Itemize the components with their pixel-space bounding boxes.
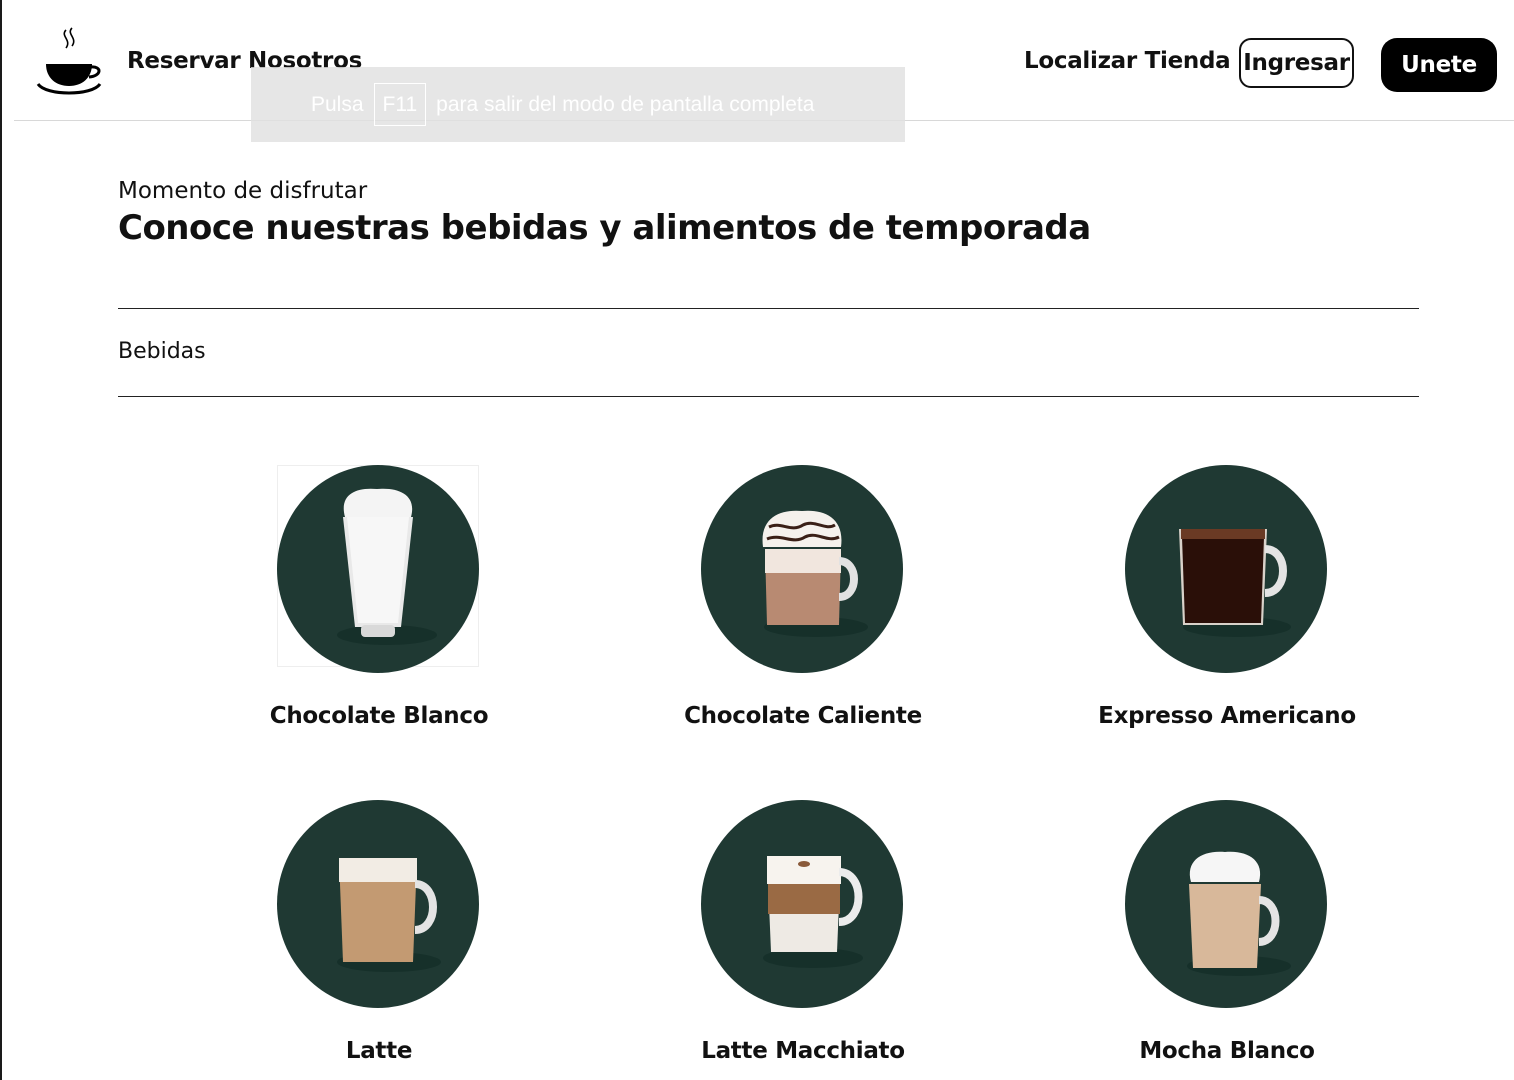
mocha-mug-icon (1125, 800, 1327, 1008)
product-name: Expresso Americano (1098, 703, 1356, 729)
product-name: Chocolate Caliente (684, 703, 922, 729)
nav-reservar-link[interactable]: Reservar (127, 48, 241, 74)
product-name: Mocha Blanco (1139, 1038, 1315, 1064)
frappe-glass-icon (277, 465, 479, 673)
fullscreen-notice-key: F11 (373, 83, 427, 126)
americano-mug-icon (1125, 465, 1327, 673)
ingresar-button[interactable]: Ingresar (1239, 38, 1354, 88)
window-edge (0, 0, 2, 1080)
product-card[interactable]: Latte (219, 800, 539, 1080)
product-card[interactable]: Latte Macchiato (643, 800, 963, 1080)
section-bebidas-label[interactable]: Bebidas (118, 339, 206, 364)
divider (118, 396, 1419, 397)
product-name: Chocolate Blanco (269, 703, 489, 729)
fullscreen-notice: Pulsa F11 para salir del modo de pantall… (251, 67, 905, 142)
nav-localizar-tienda-link[interactable]: Localizar Tienda (1024, 48, 1231, 74)
product-card[interactable]: Chocolate Caliente (643, 465, 963, 765)
macchiato-mug-icon (701, 800, 903, 1008)
page: Reservar Nosotros Localizar Tienda Ingre… (0, 0, 1514, 1080)
divider (118, 308, 1419, 309)
coffee-cup-icon[interactable] (36, 26, 102, 98)
product-card[interactable]: Expresso Americano (1067, 465, 1387, 765)
page-title: Conoce nuestras bebidas y alimentos de t… (118, 208, 1091, 248)
product-card[interactable]: Chocolate Blanco (219, 465, 539, 765)
latte-mug-icon (277, 800, 479, 1008)
unete-button[interactable]: Unete (1381, 38, 1497, 92)
hot-chocolate-mug-icon (701, 465, 903, 673)
product-name: Latte Macchiato (701, 1038, 905, 1064)
product-card[interactable]: Mocha Blanco (1067, 800, 1387, 1080)
fullscreen-notice-before: Pulsa (311, 92, 364, 116)
product-name: Latte (345, 1038, 413, 1064)
hero-subtitle: Momento de disfrutar (118, 178, 368, 204)
fullscreen-notice-after: para salir del modo de pantalla completa (436, 92, 815, 116)
